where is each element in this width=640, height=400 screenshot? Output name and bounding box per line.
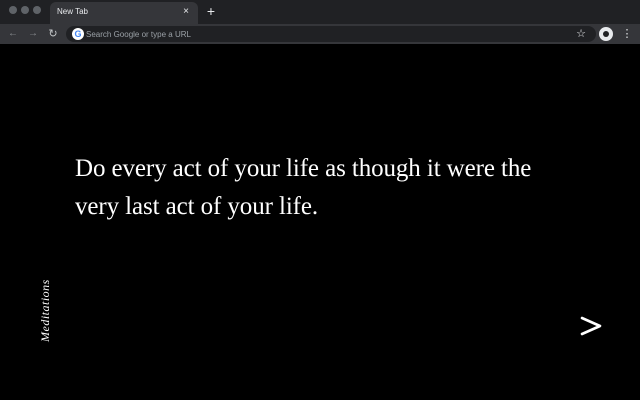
back-arrow-icon[interactable]: ← <box>6 27 20 41</box>
plus-icon[interactable]: + <box>203 3 219 19</box>
minimize-window-button[interactable] <box>21 6 29 14</box>
toolbar: ← → ↻ G ☆ <box>0 24 640 44</box>
tab-title: New Tab <box>57 7 88 16</box>
browser-window: New Tab × + ← → ↻ G ☆ ⋮ Do every act of … <box>0 0 640 400</box>
omnibox[interactable]: G ☆ <box>66 26 596 42</box>
chevron-right-icon[interactable] <box>578 312 606 340</box>
quote-text: Do every act of your life as though it w… <box>75 155 532 220</box>
tab-strip: New Tab × + <box>0 0 640 24</box>
close-icon[interactable]: × <box>180 6 192 18</box>
star-icon[interactable]: ☆ <box>574 27 588 41</box>
extension-icon[interactable] <box>599 27 613 41</box>
reload-icon[interactable]: ↻ <box>46 27 60 41</box>
close-window-button[interactable] <box>9 6 17 14</box>
forward-arrow-icon[interactable]: → <box>26 27 40 41</box>
quote-source: Meditations <box>38 279 52 342</box>
tab-new-tab[interactable]: New Tab × <box>50 2 198 24</box>
address-bar-input[interactable] <box>86 27 556 41</box>
google-icon: G <box>72 28 84 40</box>
kebab-menu-icon[interactable]: ⋮ <box>620 27 634 41</box>
maximize-window-button[interactable] <box>33 6 41 14</box>
